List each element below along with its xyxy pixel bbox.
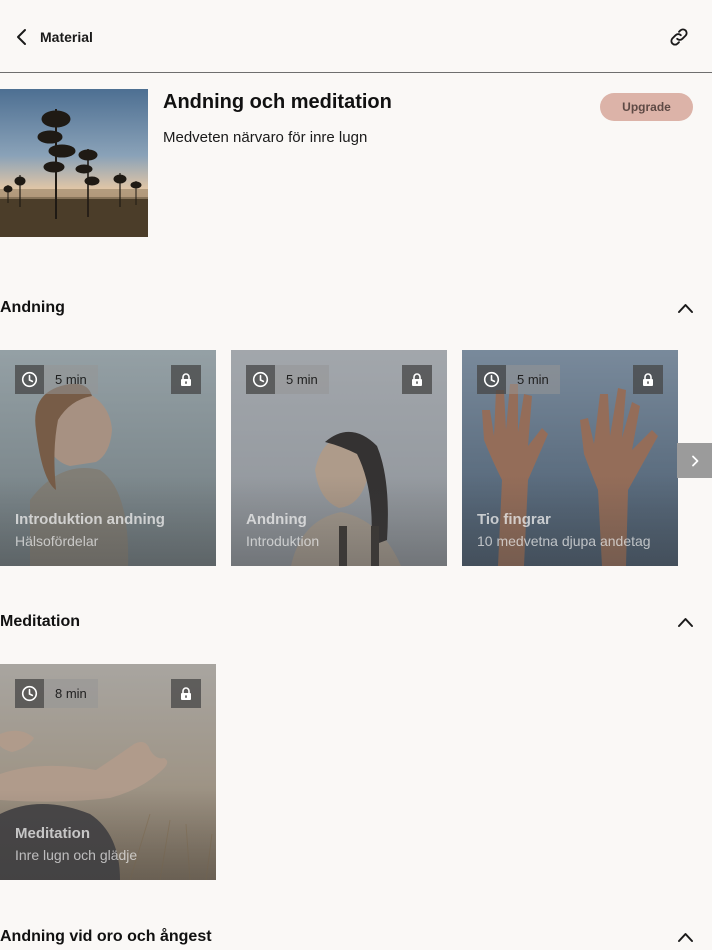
duration-text: 5 min <box>44 365 98 394</box>
duration-text: 8 min <box>44 679 98 708</box>
back-button[interactable]: Material <box>14 24 93 50</box>
clock-icon <box>15 679 44 708</box>
lesson-card[interactable]: 5 min Tio fingrar 10 medvetna djupa ande… <box>462 350 678 566</box>
duration-badge: 5 min <box>477 365 560 394</box>
page: Material Andning och meditation Medveten… <box>0 0 712 950</box>
duration-badge: 8 min <box>15 679 98 708</box>
chevron-up-icon <box>678 618 693 627</box>
section-header-meditation[interactable]: Meditation <box>0 608 712 638</box>
card-subtitle: Inre lugn och glädje <box>15 847 138 863</box>
forest-landscape-image <box>0 89 148 237</box>
carousel-next-button[interactable] <box>677 443 712 478</box>
lesson-card[interactable]: 5 min Introduktion andning Hälsofördelar <box>0 350 216 566</box>
link-icon <box>670 28 688 46</box>
card-title: Andning <box>246 511 307 528</box>
copy-link-button[interactable] <box>664 23 694 51</box>
lock-icon <box>402 365 432 394</box>
clock-icon <box>246 365 275 394</box>
card-subtitle: Hälsofördelar <box>15 533 99 549</box>
duration-badge: 5 min <box>15 365 98 394</box>
top-bar: Material <box>0 0 712 73</box>
chevron-right-icon <box>691 455 698 466</box>
lesson-card[interactable]: 5 min Andning Introduktion <box>231 350 447 566</box>
card-subtitle: 10 medvetna djupa andetag <box>477 533 651 549</box>
upgrade-button[interactable]: Upgrade <box>600 93 693 121</box>
card-title: Introduktion andning <box>15 511 165 528</box>
card-title: Meditation <box>15 825 90 842</box>
section-title: Andning <box>0 299 65 316</box>
duration-text: 5 min <box>506 365 560 394</box>
section-header-andning[interactable]: Andning <box>0 294 712 324</box>
chevron-up-icon <box>678 304 693 313</box>
back-label: Material <box>40 29 93 45</box>
card-subtitle: Introduktion <box>246 533 320 549</box>
card-title: Tio fingrar <box>477 511 551 528</box>
chevron-left-icon <box>17 29 26 45</box>
course-title: Andning och meditation <box>163 91 392 113</box>
course-subtitle: Medveten närvaro för inre lugn <box>163 129 368 146</box>
clock-icon <box>15 365 44 394</box>
clock-icon <box>477 365 506 394</box>
section-header-andning-vid-oro[interactable]: Andning vid oro och ångest <box>0 923 712 950</box>
lock-icon <box>171 365 201 394</box>
lock-icon <box>633 365 663 394</box>
section-title: Andning vid oro och ångest <box>0 928 212 945</box>
duration-text: 5 min <box>275 365 329 394</box>
section-title: Meditation <box>0 613 80 630</box>
lock-icon <box>171 679 201 708</box>
duration-badge: 5 min <box>246 365 329 394</box>
course-cover-image <box>0 89 148 237</box>
lesson-card[interactable]: 8 min Meditation Inre lugn och glädje <box>0 664 216 880</box>
chevron-up-icon <box>678 933 693 942</box>
